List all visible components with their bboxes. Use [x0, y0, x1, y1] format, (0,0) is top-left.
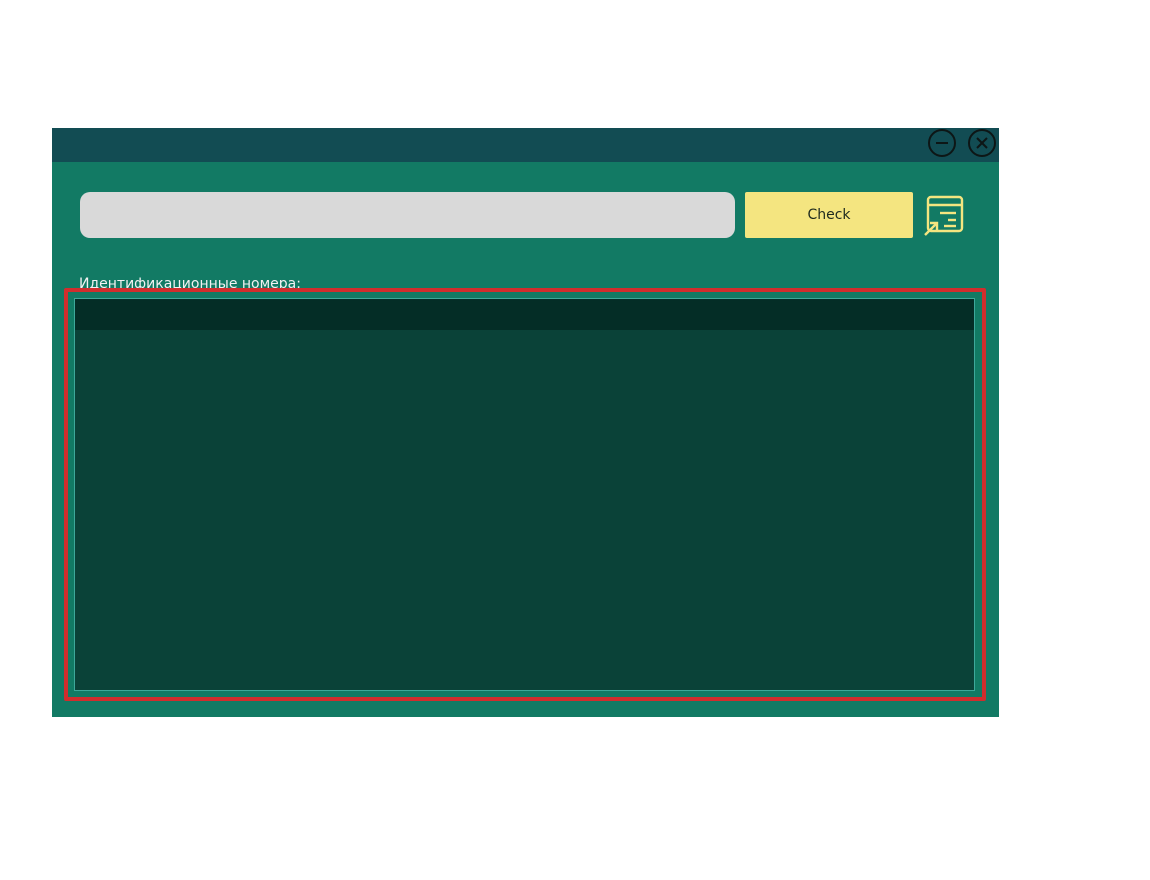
app-window: Check Идентификационные номера:: [52, 128, 999, 717]
export-button[interactable]: [922, 192, 968, 238]
search-input[interactable]: [80, 192, 735, 238]
check-button[interactable]: Check: [745, 192, 913, 238]
ids-list[interactable]: [74, 298, 975, 691]
minus-circle-icon: [936, 142, 948, 144]
close-button[interactable]: [968, 129, 996, 157]
x-circle-icon: [976, 137, 988, 149]
export-list-icon: [924, 195, 964, 236]
list-header: [75, 299, 974, 330]
minimize-button[interactable]: [928, 129, 956, 157]
title-bar[interactable]: [52, 128, 999, 162]
